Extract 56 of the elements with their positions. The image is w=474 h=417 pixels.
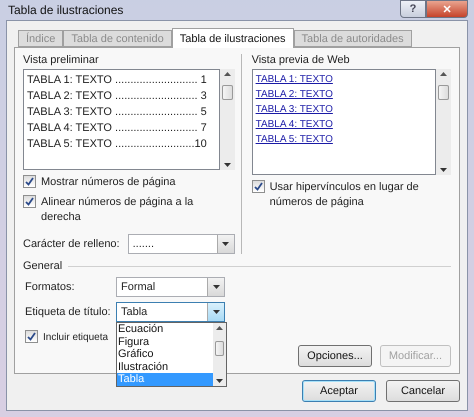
window-title: Tabla de ilustraciones — [8, 3, 124, 17]
checkbox[interactable] — [25, 330, 38, 343]
checkbox-label: Usar hipervínculos en lugar de números de página — [270, 180, 420, 210]
caption-label-dropdown[interactable]: Tabla — [116, 302, 225, 322]
dialog-button[interactable]: Opciones... — [298, 345, 372, 367]
scroll-up-icon[interactable] — [216, 326, 223, 330]
preview-link[interactable]: TABLA 1: TEXTO — [256, 72, 432, 87]
group-label: General — [23, 260, 62, 272]
checkbox[interactable] — [23, 175, 36, 188]
preview-link[interactable]: TABLA 5: TEXTO — [256, 132, 432, 147]
scroll-down-icon[interactable] — [440, 168, 447, 172]
check-icon — [27, 332, 36, 341]
scrollbar[interactable] — [213, 323, 226, 386]
tab[interactable]: Tabla de ilustraciones — [172, 28, 294, 48]
field-label: Etiqueta de título: — [25, 306, 112, 318]
preview-link[interactable]: TABLA 4: TEXTO — [256, 117, 432, 132]
dropdown-option[interactable]: Gráfico — [117, 348, 213, 361]
preview-entry: TABLA 2: TEXTO ........................... 3 — [27, 89, 208, 104]
check-icon — [25, 197, 34, 206]
scroll-thumb[interactable] — [215, 341, 224, 356]
preview-link[interactable]: TABLA 2: TEXTO — [256, 87, 432, 102]
leader-dropdown[interactable]: ....... — [128, 234, 235, 254]
dialog-button[interactable]: Cancelar — [386, 380, 460, 402]
preview-entry: TABLA 1: TEXTO ........................... 1 — [27, 73, 208, 88]
checkbox[interactable] — [252, 180, 265, 193]
scroll-down-icon[interactable] — [216, 379, 223, 383]
scroll-up-icon[interactable] — [224, 72, 231, 76]
scroll-up-icon[interactable] — [440, 72, 447, 76]
scroll-down-icon[interactable] — [224, 163, 231, 167]
preview-link[interactable]: TABLA 3: TEXTO — [256, 102, 432, 117]
check-icon — [25, 177, 34, 186]
section-label: Vista preliminar — [23, 54, 100, 66]
field-label: Formatos: — [25, 281, 76, 293]
checkbox-label: Mostrar números de página — [41, 175, 176, 190]
scrollbar[interactable] — [220, 69, 235, 170]
preview-entry: TABLA 5: TEXTO ..........................10 — [27, 137, 208, 152]
checkbox-label: Alinear números de página a la derecha — [41, 195, 194, 225]
section-label: Vista previa de Web — [252, 54, 351, 66]
dropdown-arrow-icon[interactable] — [212, 285, 220, 289]
dropdown-arrow-icon[interactable] — [222, 242, 230, 246]
checkbox[interactable] — [23, 195, 36, 208]
dropdown-arrow-icon[interactable] — [212, 310, 220, 314]
preview-entry: TABLA 4: TEXTO ........................... 7 — [27, 121, 208, 136]
dropdown-option[interactable]: Ilustración — [117, 360, 213, 374]
checkbox-label: Incluir etiqueta — [43, 331, 108, 345]
scroll-thumb[interactable] — [438, 85, 449, 100]
dropdown-option[interactable]: Ecuación — [117, 323, 213, 336]
help-button[interactable]: ? — [400, 0, 426, 18]
preview-entry: TABLA 3: TEXTO ........................... 5 — [27, 105, 208, 120]
scrollbar[interactable] — [436, 69, 451, 175]
scroll-thumb[interactable] — [222, 85, 233, 100]
field-label: Carácter de relleno: — [23, 238, 120, 250]
check-icon — [254, 182, 263, 191]
dialog-button[interactable]: Aceptar — [302, 380, 376, 402]
formats-dropdown[interactable]: Formal — [116, 277, 225, 297]
dropdown-option[interactable]: Figura — [117, 336, 213, 348]
